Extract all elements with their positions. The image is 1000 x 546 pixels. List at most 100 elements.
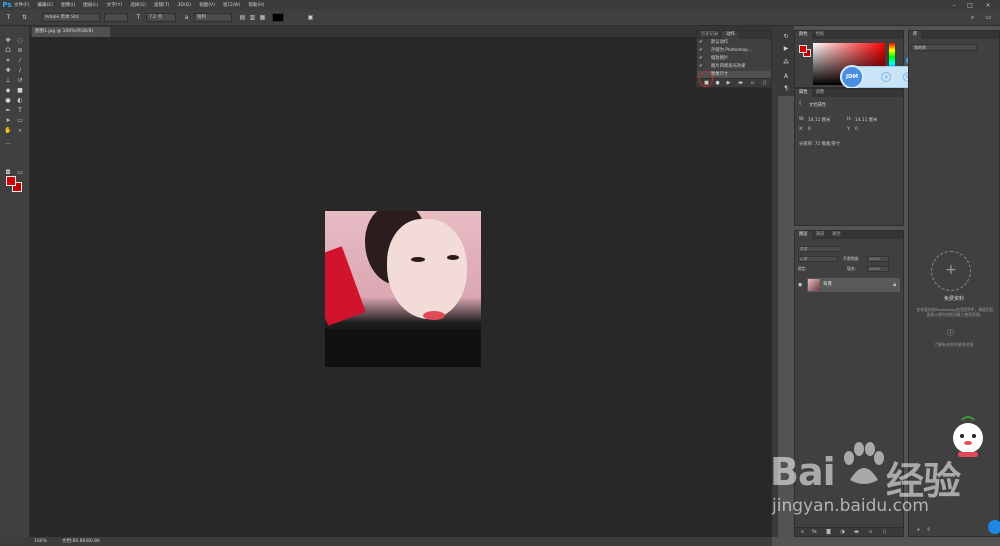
menu-3d[interactable]: 3D(D)	[177, 3, 191, 8]
lasso-tool-icon[interactable]: ᗝ	[3, 46, 13, 55]
foreground-color-swatch[interactable]	[6, 176, 16, 186]
align-left-icon[interactable]: ▤	[238, 13, 247, 22]
document-tab[interactable]: 图图1.jpg @ 100%(RGB/8)	[32, 27, 110, 37]
menu-select[interactable]: 选择(S)	[130, 2, 146, 8]
new-action-icon[interactable]: ▫	[749, 80, 756, 87]
history-panel-icon[interactable]: ↻	[781, 32, 791, 41]
trash-icon[interactable]: ▯	[761, 80, 768, 87]
hand-tool-icon[interactable]: ✋	[3, 126, 13, 135]
paragraph-panel-icon[interactable]: ¶	[781, 84, 791, 93]
layer-row[interactable]: 背景 🔒︎	[807, 278, 900, 292]
clone-stamp-tool-icon[interactable]: ⊥	[3, 76, 13, 85]
layer-name[interactable]: 背景	[823, 278, 832, 292]
floating-assist-button[interactable]	[988, 520, 1000, 534]
x-value[interactable]: 0	[808, 127, 811, 132]
action-item[interactable]: ✔ 默认动作	[697, 39, 771, 47]
character-panel-icon[interactable]: A	[781, 72, 791, 81]
menu-layer[interactable]: 图层(L)	[83, 2, 98, 8]
menu-type[interactable]: 文字(Y)	[107, 2, 123, 8]
menu-view[interactable]: 视图(V)	[199, 2, 215, 8]
maximize-icon[interactable]: □	[964, 0, 976, 10]
check-icon[interactable]: ✔	[699, 63, 703, 71]
action-item[interactable]: ✔ 存储为 Photoshop...	[697, 47, 771, 55]
menu-filter[interactable]: 滤镜(T)	[154, 2, 170, 8]
workspace-icon[interactable]: ▭	[984, 13, 993, 22]
info-icon[interactable]: ⓘ	[947, 328, 954, 338]
tab-actions[interactable]: 动作	[722, 31, 739, 39]
shape-tool-icon[interactable]: ▭	[15, 116, 25, 125]
action-item[interactable]: ✔ 图片四周发光效果	[697, 63, 771, 71]
antialias-select[interactable]: 锐利	[194, 13, 232, 22]
text-color-swatch[interactable]	[272, 13, 284, 22]
visibility-eye-icon[interactable]: ◉	[798, 282, 802, 288]
brushes-panel-icon[interactable]: ⁂	[781, 58, 791, 67]
menu-window[interactable]: 窗口(W)	[223, 2, 240, 8]
check-icon[interactable]: ✔	[699, 47, 703, 55]
library-learn-more-link[interactable]: 了解有关库的更多信息	[909, 342, 999, 348]
record-icon[interactable]: ●	[714, 80, 721, 87]
tab-history[interactable]: 历史记录	[697, 31, 722, 39]
color-fg-swatch[interactable]	[799, 45, 807, 53]
delete-layer-icon[interactable]: ▯	[881, 529, 888, 536]
layer-filter-select[interactable]: 类型	[798, 246, 842, 252]
dodge-tool-icon[interactable]: ◐	[15, 96, 25, 105]
check-icon[interactable]: ✔	[699, 39, 703, 47]
screen-mode-icon[interactable]: ▭	[15, 168, 25, 177]
tab-channels[interactable]: 通道	[812, 231, 829, 239]
gradient-tool-icon[interactable]: ■	[15, 86, 25, 95]
add-mask-icon[interactable]: ◙	[825, 529, 832, 536]
folder-icon[interactable]: ▬	[737, 80, 744, 87]
tab-swatches[interactable]: 色板	[812, 31, 829, 39]
menu-edit[interactable]: 编辑(E)	[37, 2, 53, 8]
jdm-home-icon[interactable]: ⌂	[881, 72, 891, 82]
minimize-icon[interactable]: –	[948, 0, 960, 10]
zoom-level[interactable]: 100%	[34, 537, 47, 546]
library-select[interactable]: 我的库	[911, 44, 977, 51]
layer-style-icon[interactable]: fx	[811, 529, 818, 536]
actions-panel-icon[interactable]: ▶	[781, 44, 791, 53]
blur-tool-icon[interactable]: ●	[3, 96, 13, 105]
path-select-tool-icon[interactable]: ➤	[3, 116, 13, 125]
healing-tool-icon[interactable]: ✚	[3, 66, 13, 75]
canvas-area[interactable]	[30, 37, 772, 537]
font-style-select[interactable]	[104, 13, 128, 22]
align-center-icon[interactable]: ▥	[248, 13, 257, 22]
font-family-select[interactable]: Adobe 黑体 Std	[42, 13, 100, 22]
menu-file[interactable]: 文件(F)	[14, 2, 29, 8]
height-value[interactable]: 14.11 厘米	[855, 117, 877, 123]
y-value[interactable]: 0	[855, 127, 858, 132]
menu-image[interactable]: 图像(I)	[61, 2, 75, 8]
text-orientation-icon[interactable]: ⇅	[20, 13, 29, 22]
quick-select-tool-icon[interactable]: ⊘	[15, 46, 25, 55]
marquee-tool-icon[interactable]: ◌	[15, 36, 25, 45]
tab-libraries[interactable]: 库	[909, 31, 922, 39]
blend-mode-select[interactable]: 正常	[798, 256, 838, 262]
new-layer-icon[interactable]: ▫	[867, 529, 874, 536]
width-value[interactable]: 14.11 厘米	[808, 117, 830, 123]
opacity-field[interactable]: 100%	[867, 256, 889, 262]
eyedropper-tool-icon[interactable]: ⁄	[15, 56, 25, 65]
link-layers-icon[interactable]: ∞	[799, 529, 806, 536]
check-icon[interactable]: ✔	[699, 55, 703, 63]
history-brush-tool-icon[interactable]: ↺	[15, 76, 25, 85]
tab-adjustments[interactable]: 调整	[812, 89, 829, 97]
type-tool-icon[interactable]: T	[15, 106, 25, 115]
more-tools-icon[interactable]: …	[3, 138, 13, 147]
tab-paths[interactable]: 路径	[828, 231, 845, 239]
add-library-icon[interactable]: +	[931, 251, 971, 291]
play-icon[interactable]: ▶	[725, 80, 732, 87]
tab-layers[interactable]: 图层	[795, 231, 812, 239]
adjustment-layer-icon[interactable]: ◑	[839, 529, 846, 536]
zoom-tool-icon[interactable]: ⌕	[15, 126, 25, 135]
close-icon[interactable]: ×	[982, 0, 994, 10]
new-group-icon[interactable]: ▬	[853, 529, 860, 536]
crop-tool-icon[interactable]: ⌗	[3, 56, 13, 65]
fill-field[interactable]: 100%	[867, 266, 889, 272]
align-right-icon[interactable]: ▦	[258, 13, 267, 22]
tab-properties[interactable]: 属性	[795, 89, 812, 97]
action-item[interactable]: ✔ 缩放图片	[697, 55, 771, 63]
font-size-select[interactable]: 7.2 点	[146, 13, 176, 22]
pen-tool-icon[interactable]: ✒	[3, 106, 13, 115]
character-panel-icon[interactable]: ▣	[306, 13, 315, 22]
move-tool-icon[interactable]: ✥	[3, 36, 13, 45]
